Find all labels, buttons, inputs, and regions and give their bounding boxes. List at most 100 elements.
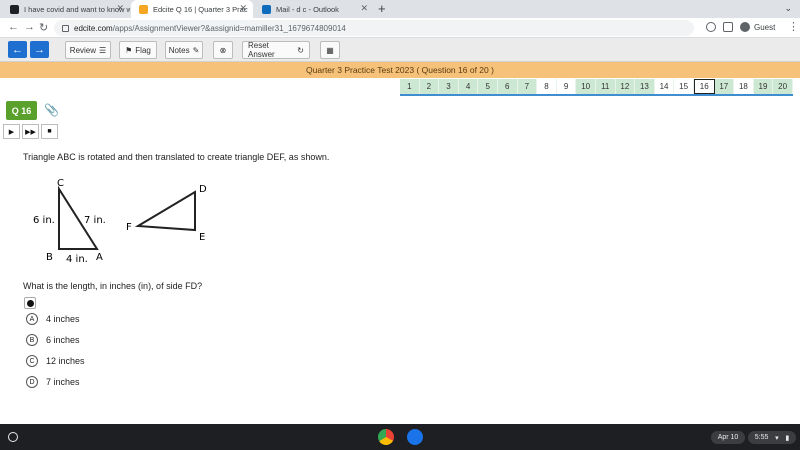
question-nav-17[interactable]: 17 [714,79,735,94]
flag-label: Flag [135,45,151,55]
tab-title: Edcite Q 16 | Quarter 3 Practice T [153,4,248,14]
question-nav-6[interactable]: 6 [497,79,518,94]
browser-back-icon[interactable]: ← [8,21,19,33]
question-nav-19[interactable]: 19 [753,79,774,94]
question-nav-12[interactable]: 12 [615,79,636,94]
side-panel-icon[interactable] [723,22,733,32]
test-title-bar: Quarter 3 Practice Test 2023 ( Question … [0,62,800,78]
cancel-circle-icon: ⊗ [219,45,227,55]
browser-menu-icon[interactable]: ⋮ [788,20,799,33]
notes-label: Notes [168,45,190,55]
wifi-icon: ▾ [775,434,779,442]
notes-button[interactable]: Notes ✎ [165,41,203,59]
stop-button[interactable]: ■ [41,124,58,139]
label-f: F [126,222,132,233]
question-nav-15[interactable]: 15 [674,79,694,94]
stop-icon: ■ [47,128,52,135]
option-text: 6 inches [46,335,80,345]
label-side-ba: 4 in. [66,254,88,265]
answer-option-a[interactable]: A 4 inches [26,312,80,326]
fast-forward-button[interactable]: ▶▶ [22,124,39,139]
question-nav-8[interactable]: 8 [537,79,557,94]
browser-forward-icon[interactable]: → [24,21,35,33]
clock: 5:55 [754,434,769,441]
question-nav-7[interactable]: 7 [517,79,538,94]
label-e: E [199,232,205,243]
answer-option-b[interactable]: B 6 inches [26,333,80,347]
reset-label: Reset Answer [248,41,275,59]
question-nav-2[interactable]: 2 [419,79,440,94]
date-indicator[interactable]: Apr 10 [711,431,745,444]
question-nav-14[interactable]: 14 [654,79,675,94]
question-nav-10[interactable]: 10 [576,79,596,94]
answer-option-d[interactable]: D 7 inches [26,375,80,389]
option-letter: D [26,376,38,388]
url-path: /apps/AssignmentViewer?&assignid=mamille… [112,23,346,33]
profile-label: Guest [754,22,776,32]
launcher-icon[interactable] [8,432,18,442]
close-icon[interactable]: ✕ [239,3,247,14]
tab-search-icon[interactable]: ⌄ [784,3,792,14]
question-nav-3[interactable]: 3 [439,79,459,94]
browser-tab-outlook[interactable]: Mail - d c - Outlook ✕ [254,0,374,18]
extension-icon[interactable] [706,22,716,32]
url-host: edcite.com [74,23,113,33]
option-letter: A [26,313,38,325]
next-question-button[interactable]: → [30,41,49,58]
question-prompt: Triangle ABC is rotated and then transla… [23,152,330,162]
label-side-cb: 6 in. [33,215,55,226]
avatar-icon [740,22,750,32]
question-nav-4[interactable]: 4 [458,79,479,94]
assignment-toolbar: ← → Review ☰ ⚑ Flag Notes ✎ ⊗ Reset Answ… [0,38,800,62]
edit-icon: ✎ [192,45,200,55]
status-area[interactable]: 5:55 ▾ ▮ [748,431,796,444]
reload-icon[interactable]: ↻ [39,21,48,34]
browser-toolbar: ← → ↻ edcite.com /apps/AssignmentViewer?… [0,18,800,38]
reset-answer-button[interactable]: Reset Answer ↻ [242,41,310,59]
tab-favicon [262,4,271,14]
previous-question-button[interactable]: ← [8,41,27,58]
question-nav-20[interactable]: 20 [773,79,793,94]
browser-tab-edcite[interactable]: Edcite Q 16 | Quarter 3 Practice T ✕ [131,0,253,18]
browser-tab-covid[interactable]: I have covid and want to know wh ✕ [2,0,130,18]
address-bar[interactable]: edcite.com /apps/AssignmentViewer?&assig… [54,20,694,36]
files-icon[interactable] [407,429,423,445]
tab-title: Mail - d c - Outlook [276,4,339,14]
paperclip-icon[interactable]: 📎 [44,103,59,117]
calculator-icon: ▦ [326,45,334,55]
label-side-ca: 7 in. [84,215,106,226]
profile-button[interactable]: Guest [740,22,775,32]
lock-icon [62,24,69,32]
text-to-speech-button[interactable] [24,297,36,309]
question-nav-9[interactable]: 9 [556,79,577,94]
review-button[interactable]: Review ☰ [65,41,111,59]
question-nav-18[interactable]: 18 [734,79,754,94]
record-icon [26,299,34,307]
question-navigator: 1 2 3 4 5 6 7 8 9 10 11 12 13 14 15 16 17 18 19 20 [400,79,793,96]
option-text: 12 inches [46,356,85,366]
label-a: A [96,252,103,263]
chrome-icon[interactable] [378,429,394,445]
calculator-button[interactable]: ▦ [320,41,340,59]
option-text: 4 inches [46,314,80,324]
review-label: Review [69,45,97,55]
question-nav-11[interactable]: 11 [595,79,616,94]
close-icon[interactable]: ✕ [116,3,124,14]
eliminate-button[interactable]: ⊗ [213,41,233,59]
tab-favicon [139,4,148,14]
os-shelf: Apr 10 5:55 ▾ ▮ [0,424,800,450]
option-text: 7 inches [46,377,80,387]
triangle-def [134,190,196,232]
new-tab-button[interactable]: + [378,1,386,16]
question-nav-5[interactable]: 5 [478,79,498,94]
answer-option-c[interactable]: C 12 inches [26,354,85,368]
list-icon: ☰ [99,45,107,55]
question-nav-13[interactable]: 13 [635,79,655,94]
question-nav-16[interactable]: 16 [693,79,715,94]
battery-icon: ▮ [785,434,790,442]
close-icon[interactable]: ✕ [360,3,368,14]
question-nav-1[interactable]: 1 [400,79,420,94]
flag-button[interactable]: ⚑ Flag [119,41,157,59]
play-button[interactable]: ▶ [3,124,20,139]
triangles-figure: C B A 6 in. 7 in. 4 in. D E F [33,178,207,265]
